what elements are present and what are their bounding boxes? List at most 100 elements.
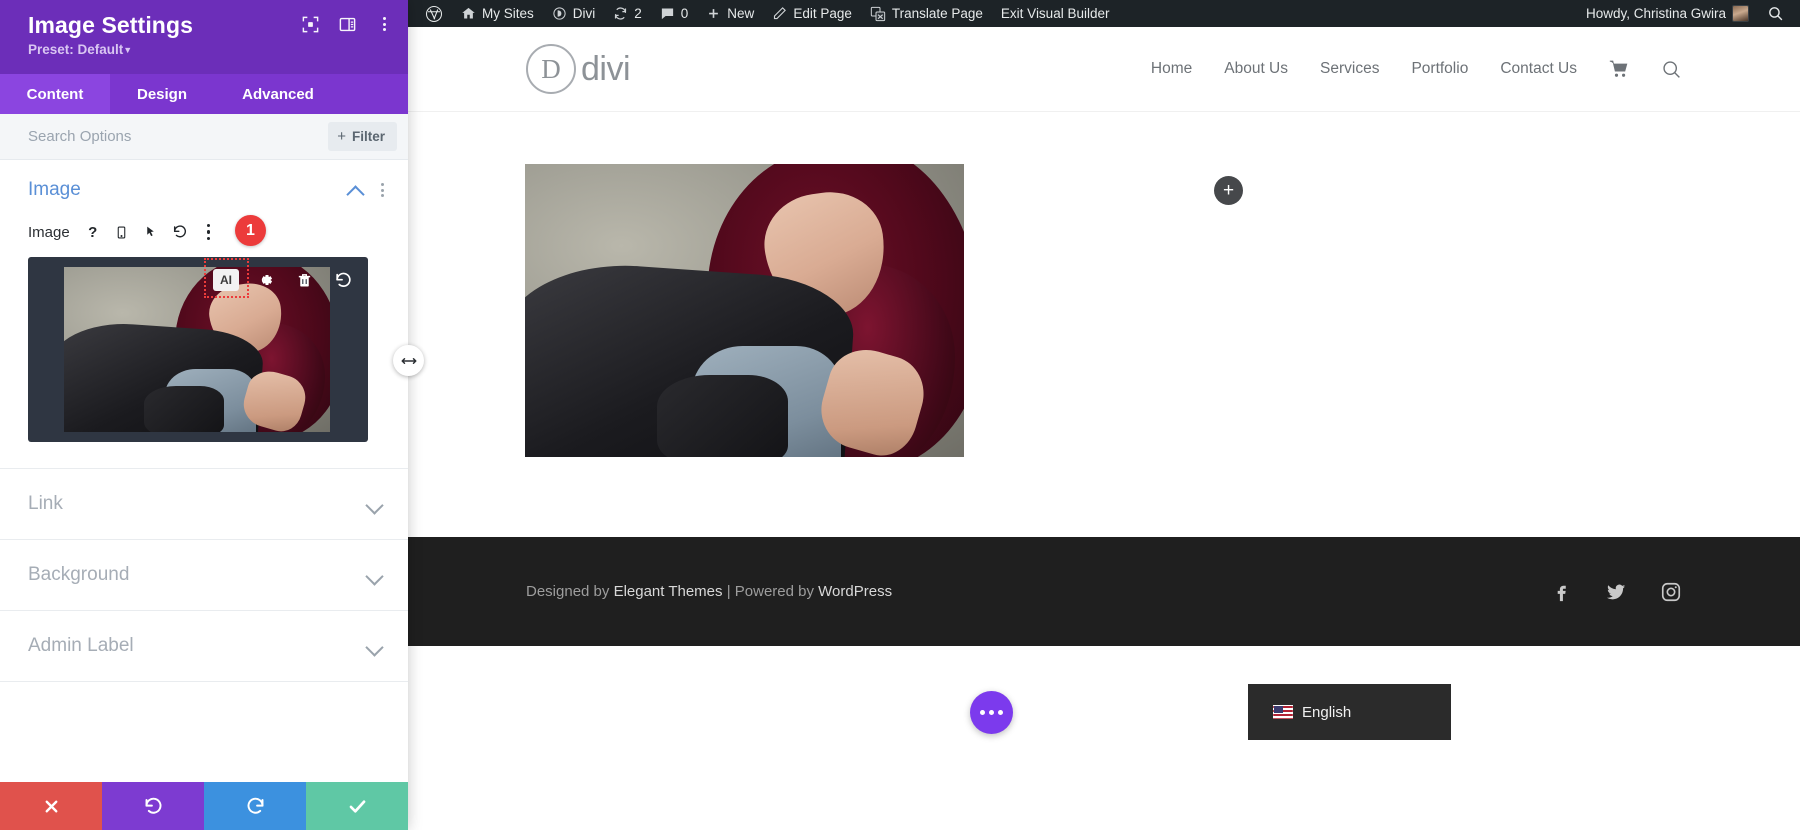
fullscreen-icon[interactable]	[300, 14, 320, 34]
filter-button[interactable]: + Filter	[328, 122, 397, 151]
chevron-down-icon[interactable]	[366, 495, 384, 513]
adminbar-item-edit-page[interactable]: Edit Page	[763, 0, 861, 27]
wordpress-admin-bar: My Sites Divi 2	[408, 0, 1800, 27]
wordpress-logo-icon	[425, 5, 443, 23]
filter-label: Filter	[352, 129, 385, 144]
panel-resize-handle[interactable]	[393, 345, 424, 376]
panel-footer-actions	[0, 782, 408, 830]
divi-builder-fab[interactable]	[970, 691, 1013, 734]
search-input[interactable]	[28, 128, 328, 145]
section-title: Image	[28, 179, 347, 201]
undo-reset-icon[interactable]	[330, 267, 356, 293]
model-photo	[525, 164, 964, 457]
adminbar-label: Edit Page	[793, 6, 852, 21]
chevron-up-icon[interactable]	[347, 181, 365, 199]
undo-button[interactable]	[102, 782, 204, 830]
adminbar-label: 2	[634, 6, 642, 21]
adminbar-item-new[interactable]: New	[697, 0, 763, 27]
delete-trash-icon[interactable]	[291, 267, 317, 293]
tab-advanced[interactable]: Advanced	[214, 74, 342, 114]
adminbar-item-translate-page[interactable]: Translate Page	[861, 0, 992, 27]
adminbar-item-updates[interactable]: 2	[604, 0, 651, 27]
nav-item-about-us[interactable]: About Us	[1224, 60, 1288, 78]
logo-mark-icon: D	[526, 44, 576, 94]
main-navigation: Home About Us Services Portfolio Contact…	[1151, 59, 1682, 80]
help-icon[interactable]: ?	[80, 220, 106, 244]
language-switcher[interactable]: English	[1248, 684, 1451, 740]
more-dots-icon	[980, 710, 1003, 715]
site-footer: Designed by Elegant Themes | Powered by …	[408, 537, 1800, 646]
comments-icon	[660, 6, 675, 21]
adminbar-item-comments[interactable]: 0	[651, 0, 698, 27]
tab-content[interactable]: Content	[0, 74, 110, 114]
tab-design[interactable]: Design	[110, 74, 214, 114]
facebook-icon[interactable]	[1550, 581, 1572, 603]
language-label: English	[1302, 704, 1351, 721]
adminbar-item-divi[interactable]: Divi	[543, 0, 605, 27]
logo-wordmark: divi	[581, 50, 630, 89]
howdy-label: Howdy, Christina Gwira	[1586, 6, 1726, 21]
search-options-bar: + Filter	[0, 114, 408, 160]
image-field-toolbar: Image ?	[28, 219, 380, 245]
adminbar-item-howdy[interactable]: Howdy, Christina Gwira	[1577, 0, 1758, 27]
chevron-down-icon[interactable]	[366, 566, 384, 584]
nav-item-portfolio[interactable]: Portfolio	[1411, 60, 1468, 78]
chevron-down-icon[interactable]	[366, 637, 384, 655]
reset-icon[interactable]	[167, 220, 193, 244]
more-options-icon[interactable]	[374, 14, 394, 34]
my-sites-icon	[461, 6, 476, 21]
image-settings-panel: Image Settings Preset: Default▼	[0, 0, 408, 830]
image-upload-preview[interactable]: AI	[28, 257, 368, 442]
settings-gear-icon[interactable]	[252, 267, 278, 293]
field-options-icon[interactable]	[196, 220, 222, 244]
nav-item-home[interactable]: Home	[1151, 60, 1192, 78]
adminbar-label: My Sites	[482, 6, 534, 21]
panel-header: Image Settings Preset: Default▼	[0, 0, 408, 74]
new-plus-icon	[706, 6, 721, 21]
section-header-link[interactable]: Link	[0, 469, 408, 539]
ai-button-highlight	[204, 258, 249, 298]
panel-tabs: Content Design Advanced	[0, 74, 408, 114]
footer-brand-wordpress[interactable]: WordPress	[818, 583, 892, 600]
plus-icon: +	[337, 129, 346, 144]
updates-icon	[613, 6, 628, 21]
adminbar-search-button[interactable]	[1758, 0, 1800, 27]
adminbar-label: New	[727, 6, 754, 21]
save-changes-button[interactable]	[306, 782, 408, 830]
shopping-cart-icon[interactable]	[1609, 59, 1629, 79]
panel-preset-selector[interactable]: Preset: Default▼	[28, 42, 388, 59]
below-footer-area: English	[408, 646, 1800, 830]
site-logo[interactable]: D divi	[526, 44, 630, 94]
footer-brand-elegant-themes[interactable]: Elegant Themes	[614, 583, 723, 600]
nav-item-services[interactable]: Services	[1320, 60, 1379, 78]
cancel-changes-button[interactable]	[0, 782, 102, 830]
section-header-admin-label[interactable]: Admin Label	[0, 611, 408, 681]
page-preview: My Sites Divi 2	[408, 0, 1800, 830]
nav-item-contact-us[interactable]: Contact Us	[1500, 60, 1577, 78]
footer-prefix: Designed by	[526, 583, 614, 600]
section-header-background[interactable]: Background	[0, 540, 408, 610]
layout-panel-icon[interactable]	[337, 14, 357, 34]
preset-label: Preset: Default	[28, 42, 123, 57]
section-title: Background	[28, 564, 366, 586]
section-title: Admin Label	[28, 635, 366, 657]
image-field-label: Image	[28, 224, 70, 241]
adminbar-item-exit-visual-builder[interactable]: Exit Visual Builder	[992, 0, 1119, 27]
responsive-mobile-icon[interactable]	[109, 220, 135, 244]
redo-button[interactable]	[204, 782, 306, 830]
ai-button[interactable]: AI	[213, 267, 239, 293]
us-flag-icon	[1273, 705, 1293, 719]
add-module-button[interactable]: +	[1214, 176, 1243, 205]
adminbar-label: 0	[681, 6, 689, 21]
adminbar-item-my-sites[interactable]: My Sites	[452, 0, 543, 27]
adminbar-item-wordpress[interactable]	[416, 0, 452, 27]
section-header-image[interactable]: Image	[0, 160, 408, 219]
search-icon[interactable]	[1661, 59, 1682, 80]
instagram-icon[interactable]	[1660, 581, 1682, 603]
hover-pointer-icon[interactable]	[138, 220, 164, 244]
section-options-icon[interactable]	[381, 183, 384, 197]
image-module-preview[interactable]	[525, 164, 964, 457]
footer-social-links	[1550, 581, 1682, 603]
search-icon	[1767, 5, 1784, 22]
twitter-icon[interactable]	[1605, 581, 1627, 603]
